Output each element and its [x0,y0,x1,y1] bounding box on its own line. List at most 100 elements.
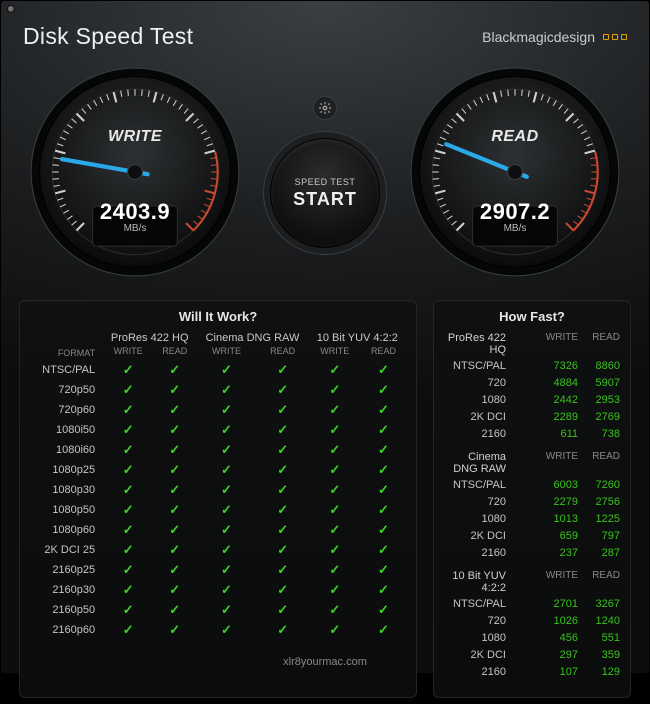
check-icon: ✓ [169,442,180,457]
check-icon: ✓ [378,502,389,517]
wiw-format-cell: 2160p60 [30,620,103,640]
hf-read-value: 551 [578,630,620,647]
check-cell: ✓ [103,360,153,380]
hf-write-value: 297 [536,647,578,664]
check-icon: ✓ [169,602,180,617]
start-label: START [293,189,357,210]
check-cell: ✓ [153,440,196,460]
check-cell: ✓ [196,560,256,580]
titlebar [1,1,649,15]
hf-row-name: 1080 [444,392,536,409]
check-icon: ✓ [378,362,389,377]
check-cell: ✓ [103,540,153,560]
check-icon: ✓ [378,622,389,637]
check-cell: ✓ [196,460,256,480]
check-cell: ✓ [257,480,309,500]
check-icon: ✓ [169,522,180,537]
check-cell: ✓ [153,480,196,500]
check-icon: ✓ [378,422,389,437]
check-icon: ✓ [221,542,232,557]
check-icon: ✓ [329,522,340,537]
wiw-format-cell: 1080p25 [30,460,103,480]
check-icon: ✓ [277,542,288,557]
wiw-format-cell: 720p60 [30,400,103,420]
hf-read-value: 287 [578,545,620,562]
hf-row-name: 2160 [444,545,536,562]
write-gauge: WRITE2403.9MB/s [29,66,241,278]
wiw-format-cell: 1080p30 [30,480,103,500]
check-cell: ✓ [361,420,406,440]
hf-write-value: 1026 [536,613,578,630]
wiw-format-cell: 1080p60 [30,520,103,540]
start-button[interactable]: SPEED TEST START [270,138,380,248]
gauge-label: WRITE [108,128,162,146]
check-icon: ✓ [277,622,288,637]
hf-row-name: 2K DCI [444,409,536,426]
check-icon: ✓ [329,362,340,377]
check-cell: ✓ [309,520,361,540]
check-cell: ✓ [309,380,361,400]
table-row: 720p60✓✓✓✓✓✓ [30,400,406,420]
check-cell: ✓ [257,460,309,480]
check-cell: ✓ [153,580,196,600]
check-icon: ✓ [169,422,180,437]
hf-row-name: 2160 [444,664,536,681]
check-cell: ✓ [103,380,153,400]
check-cell: ✓ [309,500,361,520]
check-cell: ✓ [257,360,309,380]
hf-read-value: 2953 [578,392,620,409]
check-icon: ✓ [123,582,134,597]
hf-row: 2160 611 738 [444,426,620,443]
check-cell: ✓ [196,600,256,620]
check-cell: ✓ [361,540,406,560]
check-cell: ✓ [103,620,153,640]
wiw-format-header: FORMAT [30,346,103,360]
check-icon: ✓ [277,362,288,377]
check-icon: ✓ [277,522,288,537]
table-row: 2160p25✓✓✓✓✓✓ [30,560,406,580]
hf-row-name: 720 [444,375,536,392]
wiw-format-cell: 720p50 [30,380,103,400]
hf-row-name: 2K DCI [444,528,536,545]
hf-read-value: 797 [578,528,620,545]
check-icon: ✓ [221,522,232,537]
check-icon: ✓ [378,442,389,457]
check-icon: ✓ [378,562,389,577]
check-icon: ✓ [123,422,134,437]
hf-write-value: 2289 [536,409,578,426]
check-icon: ✓ [378,482,389,497]
check-icon: ✓ [378,542,389,557]
check-icon: ✓ [221,422,232,437]
table-row: 1080i60✓✓✓✓✓✓ [30,440,406,460]
check-cell: ✓ [153,380,196,400]
check-icon: ✓ [329,462,340,477]
hf-row: NTSC/PAL 2701 3267 [444,596,620,613]
gear-icon[interactable] [313,96,337,120]
hf-col-header: WRITE [536,570,578,594]
hf-read-value: 2769 [578,409,620,426]
brand-logo-icon [603,34,627,40]
check-cell: ✓ [309,560,361,580]
hf-read-value: 3267 [578,596,620,613]
check-icon: ✓ [123,542,134,557]
check-cell: ✓ [153,540,196,560]
check-cell: ✓ [361,620,406,640]
hf-row: NTSC/PAL 6003 7260 [444,477,620,494]
start-subtitle: SPEED TEST [295,177,356,187]
wiw-format-cell: 2160p50 [30,600,103,620]
check-icon: ✓ [221,442,232,457]
hf-row-name: 2160 [444,426,536,443]
gauge-label: READ [491,128,538,146]
check-cell: ✓ [257,380,309,400]
wiw-title: Will It Work? [30,309,406,324]
check-cell: ✓ [257,440,309,460]
hf-col-header: READ [578,570,620,594]
check-cell: ✓ [361,400,406,420]
check-cell: ✓ [257,400,309,420]
check-cell: ✓ [153,460,196,480]
close-icon[interactable] [7,5,15,13]
hf-row: 1080 456 551 [444,630,620,647]
check-cell: ✓ [257,500,309,520]
check-icon: ✓ [169,482,180,497]
check-icon: ✓ [277,482,288,497]
